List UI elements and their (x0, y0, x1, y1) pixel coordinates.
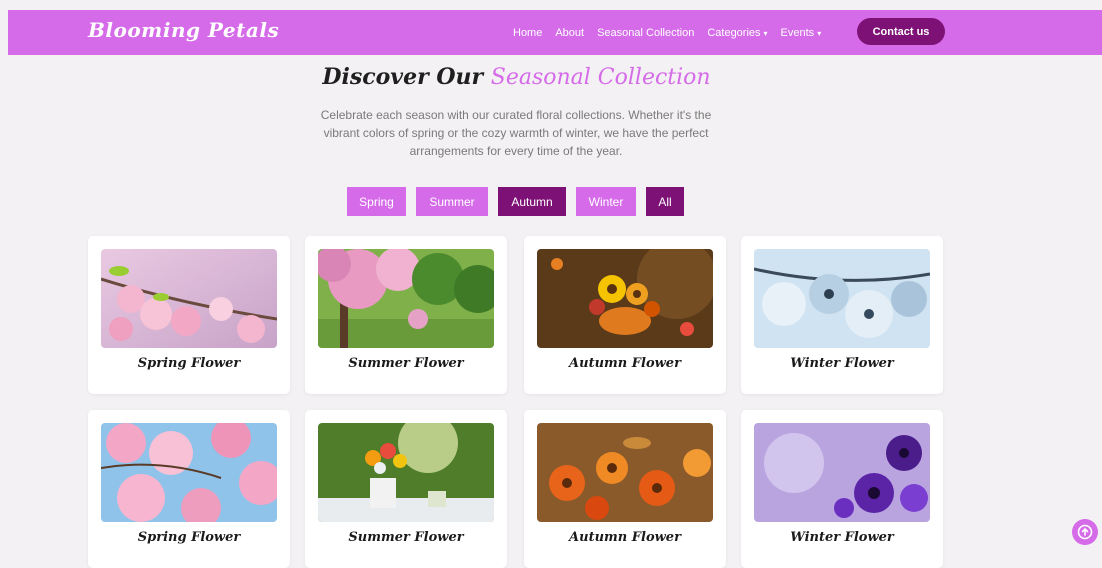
product-card-summer-2[interactable]: Summer Flower (305, 410, 507, 568)
filter-spring-button[interactable]: Spring (347, 187, 406, 216)
spring-flower-image (101, 423, 277, 522)
navbar: Blooming Petals Home About Seasonal Coll… (8, 10, 1102, 55)
contact-us-button[interactable]: Contact us (857, 18, 945, 45)
card-title: Spring Flower (137, 356, 241, 371)
summer-flower-image (318, 249, 494, 348)
card-title: Winter Flower (790, 530, 894, 545)
filter-all-button[interactable]: All (646, 187, 684, 216)
scroll-to-top-button[interactable] (1072, 519, 1098, 545)
page-title-prefix: Discover Our (322, 64, 484, 90)
spring-flower-image (101, 249, 277, 348)
product-card-winter-2[interactable]: Winter Flower (741, 410, 943, 568)
nav-events-label: Events (780, 26, 815, 39)
product-card-winter[interactable]: Winter Flower (741, 236, 943, 394)
winter-flower-image (754, 423, 930, 522)
product-card-autumn-2[interactable]: Autumn Flower (524, 410, 726, 568)
card-title: Autumn Flower (569, 530, 681, 545)
intro-text: Celebrate each season with our curated f… (320, 108, 712, 158)
nav-categories-label: Categories (707, 26, 761, 39)
arrow-up-circle-icon (1077, 524, 1093, 540)
brand-logo[interactable]: Blooming Petals (88, 18, 279, 42)
product-card-spring[interactable]: Spring Flower (88, 236, 290, 394)
page-title-accent: Seasonal Collection (490, 65, 711, 90)
page-title: Discover Our Seasonal Collection (0, 64, 1033, 90)
winter-flower-image (754, 249, 930, 348)
card-title: Winter Flower (790, 356, 894, 371)
card-title: Summer Flower (348, 530, 464, 545)
filter-summer-button[interactable]: Summer (416, 187, 488, 216)
card-title: Autumn Flower (569, 356, 681, 371)
product-card-summer[interactable]: Summer Flower (305, 236, 507, 394)
product-card-autumn[interactable]: Autumn Flower (524, 236, 726, 394)
autumn-flower-image (537, 423, 713, 522)
nav-events-dropdown[interactable]: Events ▾ (781, 27, 822, 39)
chevron-down-icon: ▾ (763, 28, 768, 38)
summer-flower-image (318, 423, 494, 522)
card-title: Spring Flower (137, 530, 241, 545)
card-title: Summer Flower (348, 356, 464, 371)
autumn-flower-image (537, 249, 713, 348)
nav-about[interactable]: About (555, 27, 584, 39)
filter-autumn-button[interactable]: Autumn (498, 187, 566, 216)
nav-categories-dropdown[interactable]: Categories ▾ (707, 27, 767, 39)
nav-links: Home About Seasonal Collection Categorie… (513, 10, 834, 55)
nav-seasonal-collection[interactable]: Seasonal Collection (597, 27, 694, 39)
chevron-down-icon: ▾ (817, 28, 822, 38)
nav-home[interactable]: Home (513, 27, 542, 39)
filter-winter-button[interactable]: Winter (576, 187, 636, 216)
product-card-spring-2[interactable]: Spring Flower (88, 410, 290, 568)
